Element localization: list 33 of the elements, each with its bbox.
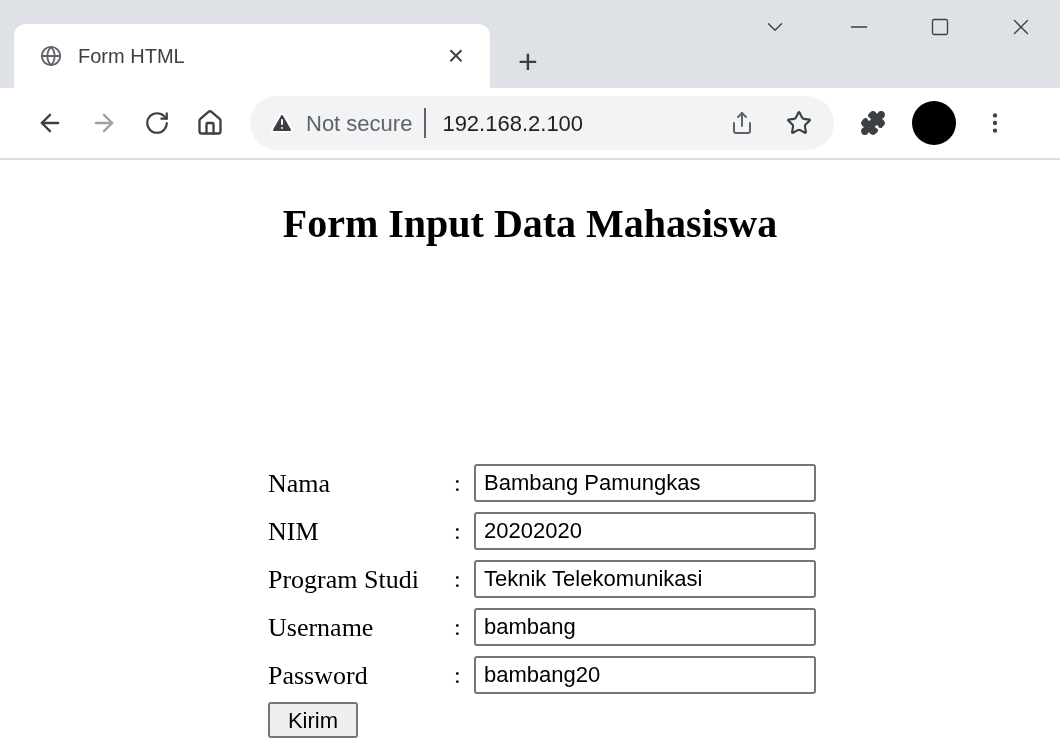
field-label: Program Studi (268, 563, 420, 596)
warning-icon (270, 111, 294, 135)
input-field[interactable]: bambang20 (474, 656, 816, 694)
field-label: Password (268, 659, 369, 692)
colon-separator: : (454, 565, 462, 594)
input-field[interactable]: Teknik Telekomunikasi (474, 560, 816, 598)
security-label: Not secure (306, 109, 413, 138)
new-tab-button[interactable]: + (518, 44, 538, 78)
input-field[interactable]: bambang (474, 608, 816, 646)
tab-title: Form HTML (78, 44, 186, 69)
maximize-icon[interactable] (930, 17, 950, 37)
field-label: Username (268, 611, 375, 644)
page-heading: Form Input Data Mahasiswa (281, 204, 779, 244)
tab-close-button[interactable]: × (447, 42, 464, 70)
profile-avatar[interactable] (912, 101, 956, 145)
colon-separator: : (454, 517, 462, 546)
browser-tab[interactable]: Form HTML × (14, 24, 490, 88)
extensions-icon[interactable] (860, 110, 886, 136)
globe-icon (40, 45, 62, 67)
address-bar[interactable]: Not secure 192.168.2.100 (250, 96, 834, 150)
url-text: 192.168.2.100 (442, 109, 585, 138)
colon-separator: : (454, 469, 462, 498)
colon-separator: : (454, 661, 462, 690)
bookmark-star-icon[interactable] (786, 110, 812, 136)
home-icon[interactable] (196, 109, 224, 137)
reload-icon[interactable] (144, 110, 170, 136)
submit-button[interactable]: Kirim (268, 702, 358, 738)
input-field[interactable]: 20202020 (474, 512, 816, 550)
field-label: NIM (268, 515, 320, 548)
field-label: Nama (268, 467, 332, 500)
input-field[interactable]: Bambang Pamungkas (474, 464, 816, 502)
colon-separator: : (454, 613, 462, 642)
share-icon[interactable] (730, 111, 754, 135)
